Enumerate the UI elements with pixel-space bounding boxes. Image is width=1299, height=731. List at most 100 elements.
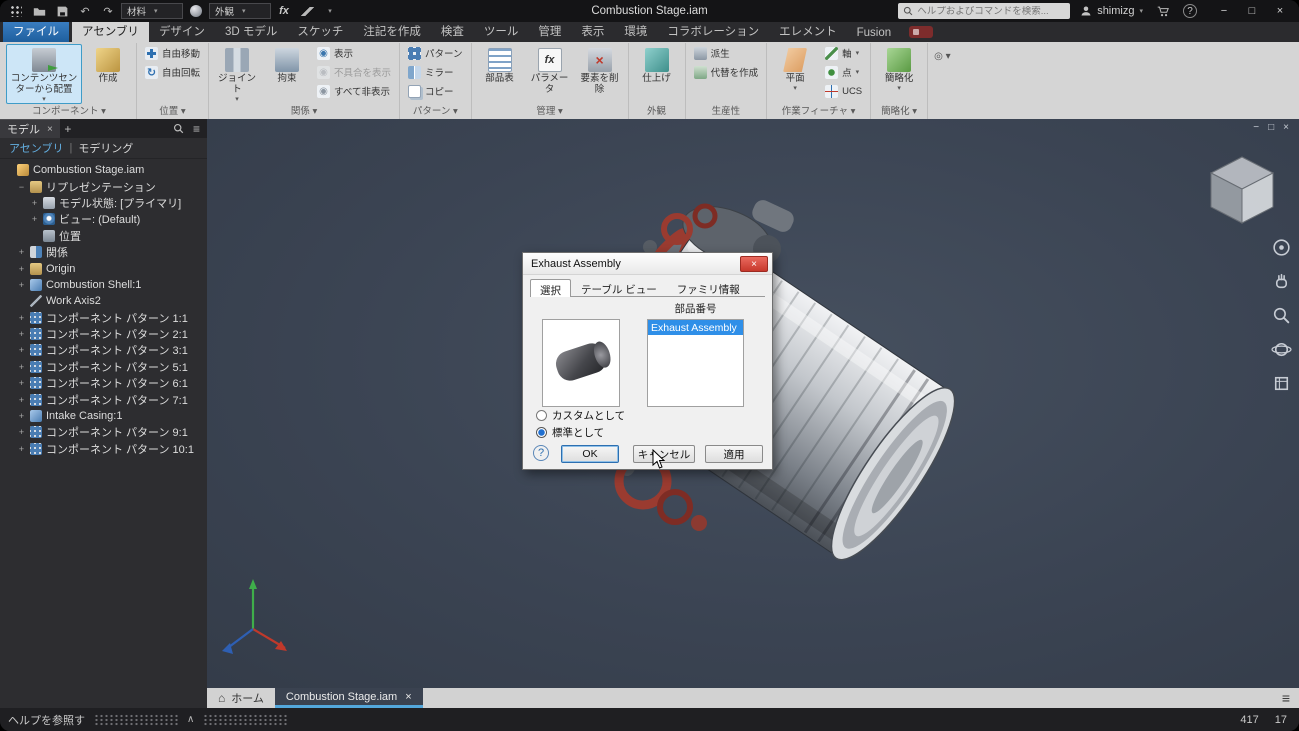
minimize-icon[interactable]: − [1211, 2, 1237, 20]
expand-icon[interactable]: + [17, 362, 26, 372]
expand-icon[interactable]: + [17, 329, 26, 339]
point-button[interactable]: 点▾ [821, 63, 866, 81]
appearance-sphere-icon[interactable] [186, 2, 206, 20]
expand-icon[interactable]: + [17, 427, 26, 437]
dialog-tab-0[interactable]: 選択 [530, 279, 571, 297]
tree-item[interactable]: 位置 [0, 228, 207, 244]
tab-list-menu-icon[interactable]: ≡ [1282, 690, 1299, 706]
chevron-up-icon[interactable]: ∧ [187, 714, 194, 725]
expand-icon[interactable]: + [17, 411, 26, 421]
ribbon-tab-tools[interactable]: ツール [474, 20, 529, 42]
dialog-title-bar[interactable]: Exhaust Assembly × [523, 253, 772, 275]
expand-icon[interactable]: + [30, 214, 39, 224]
parameters-button[interactable]: パラメータ [526, 44, 574, 103]
ribbon-tab-view[interactable]: 表示 [571, 20, 614, 42]
dialog-close-icon[interactable]: × [740, 256, 768, 272]
ok-button[interactable]: OK [561, 445, 619, 463]
derive-button[interactable]: 派生 [690, 44, 763, 62]
ribbon-tab-annotate[interactable]: 注記を作成 [353, 20, 431, 42]
qat-customize-icon[interactable]: ▾ [320, 2, 340, 20]
radio-option-1[interactable]: 標準として [536, 424, 625, 441]
appearance-select[interactable]: 外観 ▾ [209, 3, 271, 19]
plane-button[interactable]: 平面▾ [771, 44, 819, 103]
navigation-wheel-icon[interactable] [1271, 237, 1292, 258]
delete-element-button[interactable]: 要素を削除 [576, 44, 624, 103]
tree-item[interactable]: +コンポーネント パターン 6:1 [0, 375, 207, 391]
tree-item[interactable]: +コンポーネント パターン 9:1 [0, 424, 207, 440]
place-from-content-center-button[interactable]: コンテンツセンターから配置▾ [6, 44, 82, 104]
tree-item[interactable]: +コンポーネント パターン 3:1 [0, 342, 207, 358]
mirror-button[interactable]: ミラー [404, 63, 467, 81]
bom-button[interactable]: 部品表 [476, 44, 524, 103]
expand-icon[interactable]: + [17, 247, 26, 257]
joint-button[interactable]: ジョイント▾ [213, 44, 261, 104]
help-search-input[interactable] [917, 6, 1065, 17]
ribbon-tab-fusion[interactable]: Fusion [847, 24, 902, 42]
copy-button[interactable]: コピー [404, 82, 467, 100]
3d-viewport[interactable]: − □ × Exhaust Assembly × 選択テーブ [207, 119, 1299, 688]
tree-item[interactable]: +Intake Casing:1 [0, 408, 207, 424]
look-at-icon[interactable] [1271, 373, 1292, 394]
add-browser-tab-icon[interactable]: + [60, 122, 76, 136]
document-tab-combustion-stage[interactable]: Combustion Stage.iam× [275, 688, 423, 708]
finish-button[interactable]: 仕上げ [633, 44, 681, 103]
tree-item[interactable]: +コンポーネント パターン 7:1 [0, 391, 207, 407]
ribbon-display-options[interactable]: ◎ ▾ [934, 51, 951, 62]
ribbon-tab-model-3d[interactable]: 3D モデル [215, 20, 287, 42]
dialog-tab-1[interactable]: テーブル ビュー [571, 278, 667, 296]
screencast-icon[interactable] [909, 26, 933, 38]
tree-item[interactable]: +コンポーネント パターン 1:1 [0, 310, 207, 326]
hide-all-relationships-button[interactable]: すべて非表示 [313, 82, 395, 100]
part-list-item[interactable]: Exhaust Assembly [648, 320, 743, 335]
view-cube[interactable] [1199, 145, 1285, 231]
expand-icon[interactable]: + [30, 198, 39, 208]
doc-minimize-icon[interactable]: − [1253, 122, 1259, 133]
tree-item[interactable]: Work Axis2 [0, 293, 207, 309]
ribbon-tab-environments[interactable]: 環境 [614, 20, 657, 42]
ribbon-tab-elements[interactable]: エレメント [769, 20, 847, 42]
doc-close-icon[interactable]: × [1283, 122, 1289, 133]
undo-icon[interactable]: ↶ [75, 2, 95, 20]
mode-assembly-link[interactable]: アセンブリ [9, 140, 63, 156]
app-menu-icon[interactable] [6, 2, 26, 20]
browser-tab-model[interactable]: モデル × [0, 119, 60, 138]
expand-icon[interactable]: + [17, 395, 26, 405]
tree-item[interactable]: +ビュー: (Default) [0, 211, 207, 227]
help-icon[interactable]: ? [1183, 4, 1197, 18]
tree-item[interactable]: +Combustion Shell:1 [0, 277, 207, 293]
collapse-icon[interactable]: − [17, 182, 26, 192]
free-rotate-button[interactable]: 自由回転 [141, 63, 204, 81]
app-store-cart-icon[interactable] [1153, 2, 1173, 20]
pan-hand-icon[interactable] [1271, 271, 1292, 292]
redo-icon[interactable]: ↷ [98, 2, 118, 20]
user-account-button[interactable]: shimizg ▾ [1080, 5, 1143, 17]
tree-item[interactable]: +コンポーネント パターン 10:1 [0, 441, 207, 457]
ribbon-tab-manage[interactable]: 管理 [528, 20, 571, 42]
close-icon[interactable]: × [47, 124, 53, 135]
create-button[interactable]: 作成 [84, 44, 132, 103]
tree-item[interactable]: +コンポーネント パターン 5:1 [0, 359, 207, 375]
free-move-button[interactable]: 自由移動 [141, 44, 204, 62]
show-relationships-button[interactable]: 表示 [313, 44, 395, 62]
orbit-icon[interactable] [1271, 339, 1292, 360]
zoom-icon[interactable] [1271, 305, 1292, 326]
tree-item[interactable]: +関係 [0, 244, 207, 260]
ribbon-tab-sketch[interactable]: スケッチ [287, 20, 353, 42]
measure-icon[interactable] [297, 2, 317, 20]
document-tab-home[interactable]: ⌂ホーム [207, 688, 275, 708]
mode-modeling-link[interactable]: モデリング [78, 140, 133, 156]
restore-icon[interactable]: □ [1239, 2, 1265, 20]
create-substitute-button[interactable]: 代替を作成 [690, 63, 763, 81]
constrain-button[interactable]: 拘束 [263, 44, 311, 103]
ribbon-tab-design[interactable]: デザイン [149, 20, 215, 42]
dialog-tab-2[interactable]: ファミリ情報 [667, 278, 750, 296]
simplify-button[interactable]: 簡略化▾ [875, 44, 923, 103]
expand-icon[interactable]: + [17, 345, 26, 355]
ribbon-tab-inspect[interactable]: 検査 [431, 20, 474, 42]
material-select[interactable]: 材料 ▾ [121, 3, 183, 19]
axis-button[interactable]: 軸▾ [821, 44, 866, 62]
tree-item[interactable]: Combustion Stage.iam [0, 162, 207, 178]
close-tab-icon[interactable]: × [405, 691, 411, 703]
tree-item[interactable]: +モデル状態: [プライマリ] [0, 195, 207, 211]
browser-menu-icon[interactable]: ≡ [193, 122, 200, 136]
